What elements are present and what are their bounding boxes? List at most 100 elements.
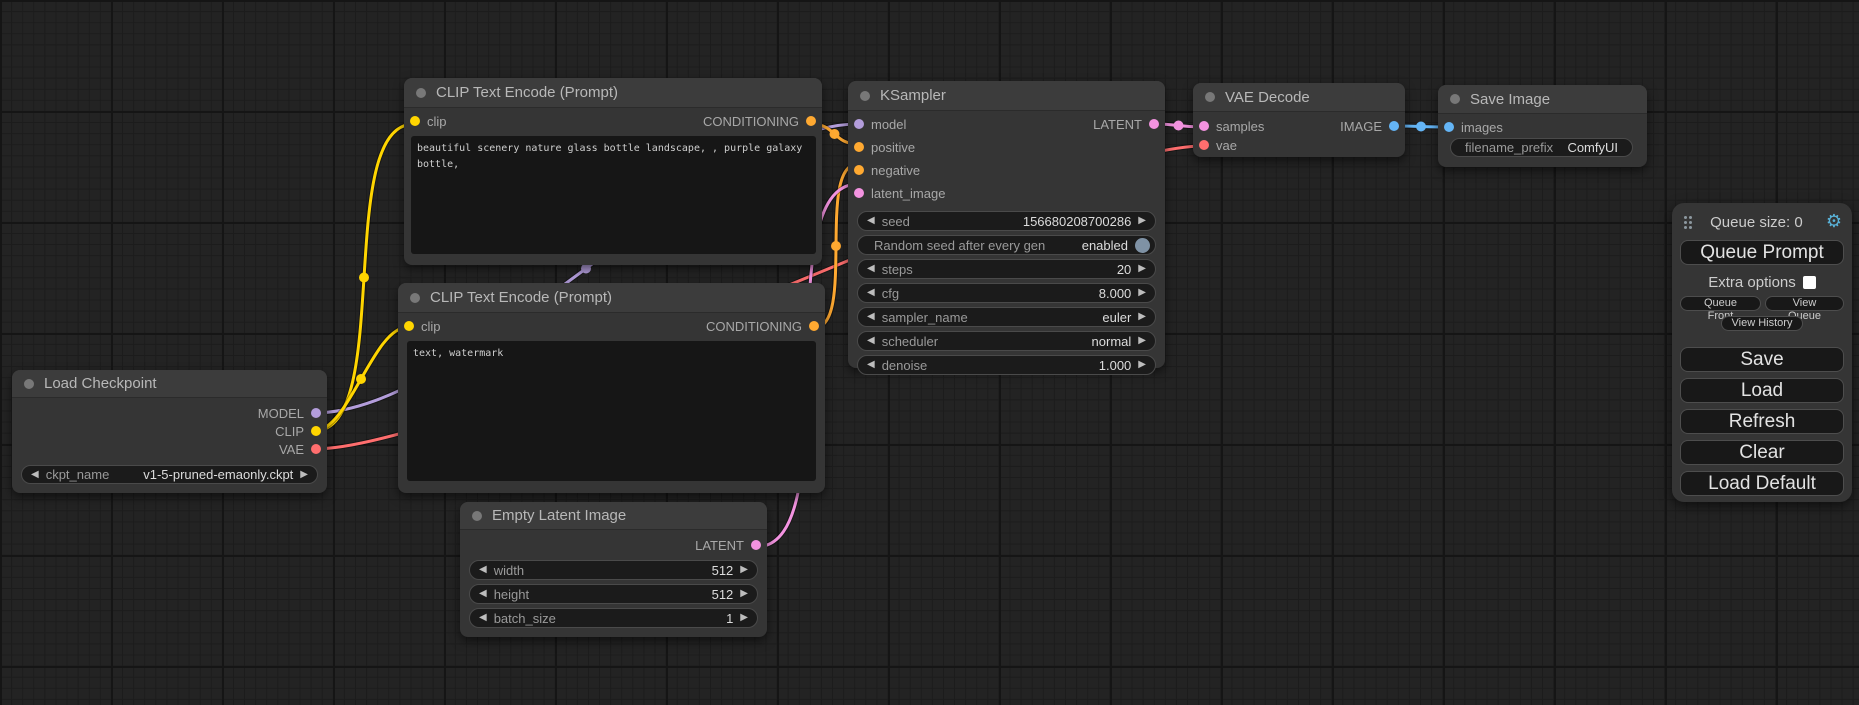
increment-arrow-icon[interactable]: ▶ bbox=[1138, 336, 1146, 346]
widget-label: denoise bbox=[882, 358, 928, 373]
clear-button[interactable]: Clear bbox=[1680, 440, 1844, 465]
queue-prompt-button[interactable]: Queue Prompt bbox=[1680, 240, 1844, 265]
node-title-bar[interactable]: VAE Decode bbox=[1193, 83, 1405, 112]
clip-input-port[interactable] bbox=[404, 321, 414, 331]
increment-arrow-icon[interactable]: ▶ bbox=[1138, 264, 1146, 274]
clip-to-positive-link-midpoint-dot[interactable] bbox=[359, 273, 369, 283]
model-link-midpoint-dot[interactable] bbox=[581, 264, 591, 274]
latent-output-port[interactable] bbox=[751, 540, 761, 550]
collapse-dot[interactable] bbox=[416, 88, 426, 98]
widget-seed[interactable]: ◀ seed 156680208700286 ▶ bbox=[857, 211, 1156, 231]
node-title-bar[interactable]: Empty Latent Image bbox=[460, 502, 767, 530]
extra-options-checkbox[interactable] bbox=[1803, 276, 1816, 289]
latent-output-port[interactable] bbox=[1149, 119, 1159, 129]
collapse-dot[interactable] bbox=[410, 293, 420, 303]
conditioning-output-port[interactable] bbox=[809, 321, 819, 331]
decrement-arrow-icon[interactable]: ◀ bbox=[867, 264, 875, 274]
widget-batch-size[interactable]: ◀ batch_size 1 ▶ bbox=[469, 608, 758, 628]
collapse-dot[interactable] bbox=[1205, 92, 1215, 102]
node-title-bar[interactable]: CLIP Text Encode (Prompt) bbox=[398, 283, 825, 313]
node-empty-latent-image[interactable]: Empty Latent Image LATENT ◀ width 512 ▶ … bbox=[460, 502, 767, 637]
refresh-button[interactable]: Refresh bbox=[1680, 409, 1844, 434]
widget-label: cfg bbox=[882, 286, 899, 301]
queue-panel[interactable]: Queue size: 0 ⚙ Queue Prompt Extra optio… bbox=[1672, 203, 1852, 502]
widget-value: 1 bbox=[726, 611, 733, 626]
latent-link-midpoint-dot[interactable] bbox=[1174, 121, 1184, 131]
widget-filename-prefix[interactable]: filename_prefix ComfyUI bbox=[1450, 138, 1633, 157]
node-title-bar[interactable]: Save Image bbox=[1438, 85, 1647, 114]
image-link-midpoint-dot[interactable] bbox=[1416, 122, 1426, 132]
collapse-dot[interactable] bbox=[472, 511, 482, 521]
node-ksampler[interactable]: KSampler model LATENT positive negative … bbox=[848, 81, 1165, 368]
widget-sampler-name[interactable]: ◀ sampler_name euler ▶ bbox=[857, 307, 1156, 327]
positive-input-port[interactable] bbox=[854, 142, 864, 152]
save-button[interactable]: Save bbox=[1680, 347, 1844, 372]
input-label: clip bbox=[421, 319, 441, 334]
negative-conditioning-link-midpoint-dot[interactable] bbox=[831, 241, 841, 251]
positive-prompt-textarea[interactable]: beautiful scenery nature glass bottle la… bbox=[411, 136, 816, 254]
gear-icon[interactable]: ⚙ bbox=[1826, 213, 1842, 231]
image-output-port[interactable] bbox=[1389, 121, 1399, 131]
model-output-port[interactable] bbox=[311, 408, 321, 418]
clip-input-port[interactable] bbox=[410, 116, 420, 126]
node-title-bar[interactable]: CLIP Text Encode (Prompt) bbox=[404, 78, 822, 108]
decrement-arrow-icon[interactable]: ◀ bbox=[867, 216, 875, 226]
widget-cfg[interactable]: ◀ cfg 8.000 ▶ bbox=[857, 283, 1156, 303]
collapse-dot[interactable] bbox=[1450, 94, 1460, 104]
negative-prompt-textarea[interactable]: text, watermark bbox=[407, 341, 816, 481]
increment-arrow-icon[interactable]: ▶ bbox=[300, 470, 308, 480]
widget-scheduler[interactable]: ◀ scheduler normal ▶ bbox=[857, 331, 1156, 351]
view-queue-button[interactable]: View Queue bbox=[1765, 296, 1844, 311]
decrement-arrow-icon[interactable]: ◀ bbox=[867, 288, 875, 298]
increment-arrow-icon[interactable]: ▶ bbox=[1138, 216, 1146, 226]
input-label: samples bbox=[1216, 119, 1264, 134]
queue-front-button[interactable]: Queue Front bbox=[1680, 296, 1761, 311]
widget-ckpt-name[interactable]: ◀ ckpt_name v1-5-pruned-emaonly.ckpt ▶ bbox=[21, 465, 318, 484]
node-clip-text-encode-positive[interactable]: CLIP Text Encode (Prompt) clip CONDITION… bbox=[404, 78, 822, 265]
vae-input-port[interactable] bbox=[1199, 140, 1209, 150]
widget-width[interactable]: ◀ width 512 ▶ bbox=[469, 560, 758, 580]
output-label: CONDITIONING bbox=[706, 319, 802, 334]
decrement-arrow-icon[interactable]: ◀ bbox=[479, 613, 487, 623]
node-save-image[interactable]: Save Image images filename_prefix ComfyU… bbox=[1438, 85, 1647, 167]
model-input-port[interactable] bbox=[854, 119, 864, 129]
increment-arrow-icon[interactable]: ▶ bbox=[1138, 312, 1146, 322]
vae-output-port[interactable] bbox=[311, 444, 321, 454]
widget-steps[interactable]: ◀ steps 20 ▶ bbox=[857, 259, 1156, 279]
increment-arrow-icon[interactable]: ▶ bbox=[740, 589, 748, 599]
node-title-bar[interactable]: KSampler bbox=[848, 81, 1165, 111]
decrement-arrow-icon[interactable]: ◀ bbox=[867, 336, 875, 346]
view-history-button[interactable]: View History bbox=[1721, 316, 1804, 331]
collapse-dot[interactable] bbox=[24, 379, 34, 389]
images-input-port[interactable] bbox=[1444, 122, 1454, 132]
decrement-arrow-icon[interactable]: ◀ bbox=[867, 312, 875, 322]
widget-denoise[interactable]: ◀ denoise 1.000 ▶ bbox=[857, 355, 1156, 375]
decrement-arrow-icon[interactable]: ◀ bbox=[31, 470, 39, 480]
increment-arrow-icon[interactable]: ▶ bbox=[1138, 360, 1146, 370]
load-button[interactable]: Load bbox=[1680, 378, 1844, 403]
toggle-dot[interactable] bbox=[1135, 238, 1150, 253]
input-label: negative bbox=[871, 163, 920, 178]
node-load-checkpoint[interactable]: Load Checkpoint MODEL CLIP VAE ◀ ckpt_na… bbox=[12, 370, 327, 493]
positive-conditioning-link-midpoint-dot[interactable] bbox=[830, 129, 840, 139]
widget-height[interactable]: ◀ height 512 ▶ bbox=[469, 584, 758, 604]
negative-input-port[interactable] bbox=[854, 165, 864, 175]
node-vae-decode[interactable]: VAE Decode samples IMAGE vae bbox=[1193, 83, 1405, 157]
collapse-dot[interactable] bbox=[860, 91, 870, 101]
latent-image-input-port[interactable] bbox=[854, 188, 864, 198]
increment-arrow-icon[interactable]: ▶ bbox=[740, 565, 748, 575]
increment-arrow-icon[interactable]: ▶ bbox=[740, 613, 748, 623]
conditioning-output-port[interactable] bbox=[806, 116, 816, 126]
node-clip-text-encode-negative[interactable]: CLIP Text Encode (Prompt) clip CONDITION… bbox=[398, 283, 825, 493]
samples-input-port[interactable] bbox=[1199, 121, 1209, 131]
clip-output-port[interactable] bbox=[311, 426, 321, 436]
decrement-arrow-icon[interactable]: ◀ bbox=[867, 360, 875, 370]
widget-random-seed[interactable]: Random seed after every gen enabled bbox=[857, 235, 1156, 255]
clip-to-negative-link-midpoint-dot[interactable] bbox=[356, 374, 366, 384]
node-title-bar[interactable]: Load Checkpoint bbox=[12, 370, 327, 398]
decrement-arrow-icon[interactable]: ◀ bbox=[479, 565, 487, 575]
decrement-arrow-icon[interactable]: ◀ bbox=[479, 589, 487, 599]
node-graph-canvas[interactable]: Load Checkpoint MODEL CLIP VAE ◀ ckpt_na… bbox=[0, 0, 1859, 705]
increment-arrow-icon[interactable]: ▶ bbox=[1138, 288, 1146, 298]
load-default-button[interactable]: Load Default bbox=[1680, 471, 1844, 496]
